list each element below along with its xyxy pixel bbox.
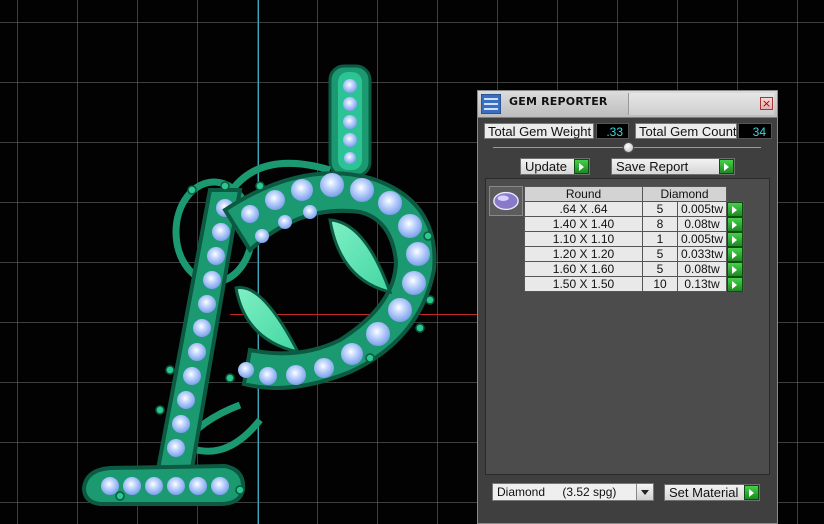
row-go-button[interactable] xyxy=(726,201,744,217)
gem-count-cell: 8 xyxy=(642,216,678,232)
gem-weight-cell: 0.08tw xyxy=(677,261,727,277)
row-arrow-icon xyxy=(727,217,743,232)
shape-header[interactable]: Round xyxy=(524,186,643,202)
gem-size-cell: 1.50 X 1.50 xyxy=(524,276,643,292)
row-go-button[interactable] xyxy=(726,216,744,232)
gem-weight-cell: 0.13tw xyxy=(677,276,727,292)
gem-size-cell: 1.60 X 1.60 xyxy=(524,261,643,277)
pendant-bail xyxy=(328,64,372,178)
save-report-button-label: Save Report xyxy=(616,159,689,174)
gem-weight-cell: 0.08tw xyxy=(677,216,727,232)
table-row[interactable]: 1.20 X 1.20 5 0.033tw xyxy=(524,246,744,262)
table-row[interactable]: 1.50 X 1.50 10 0.13tw xyxy=(524,276,744,292)
pendant-stem xyxy=(81,188,246,506)
chevron-down-icon[interactable] xyxy=(636,484,653,500)
gem-size-cell: 1.20 X 1.20 xyxy=(524,246,643,262)
header-spacer xyxy=(726,186,744,202)
panel-splitter-handle[interactable] xyxy=(623,142,634,153)
row-go-button[interactable] xyxy=(726,261,744,277)
row-arrow-icon xyxy=(727,277,743,292)
total-gem-weight-value: .33 xyxy=(596,123,629,139)
title-bar-tab xyxy=(628,93,774,115)
gem-count-cell: 10 xyxy=(642,276,678,292)
total-gem-weight-label: Total Gem Weight xyxy=(484,123,594,139)
update-button[interactable]: Update xyxy=(520,158,590,175)
material-specific-gravity: (3.52 spg) xyxy=(562,485,617,499)
gem-size-cell: 1.10 X 1.10 xyxy=(524,231,643,247)
table-row[interactable]: .64 X .64 5 0.005tw xyxy=(524,201,744,217)
gem-count-cell: 5 xyxy=(642,201,678,217)
update-button-label: Update xyxy=(525,159,567,174)
gem-weight-cell: 0.005tw xyxy=(677,201,727,217)
panel-title: GEM REPORTER xyxy=(509,95,608,108)
set-material-button[interactable]: Set Material xyxy=(664,484,760,501)
set-material-button-label: Set Material xyxy=(669,485,739,500)
gem-size-cell: .64 X .64 xyxy=(524,201,643,217)
row-arrow-icon xyxy=(727,202,743,217)
gem-table-header-row: Round Diamond xyxy=(524,186,744,202)
row-arrow-icon xyxy=(727,262,743,277)
gem-count-cell: 1 xyxy=(642,231,678,247)
close-button[interactable]: × xyxy=(760,97,773,110)
table-row[interactable]: 1.40 X 1.40 8 0.08tw xyxy=(524,216,744,232)
material-name: Diamond xyxy=(497,485,546,499)
panel-title-bar[interactable]: GEM REPORTER × xyxy=(478,91,777,118)
row-go-button[interactable] xyxy=(726,246,744,262)
gem-count-cell: 5 xyxy=(642,261,678,277)
set-material-arrow-icon xyxy=(744,485,759,500)
material-dropdown[interactable]: Diamond (3.52 spg) xyxy=(492,483,654,501)
gem-count-cell: 5 xyxy=(642,246,678,262)
gem-reporter-icon xyxy=(481,94,501,114)
gem-table-area: Round Diamond .64 X .64 5 0.005tw 1.40 X… xyxy=(485,178,770,475)
gem-weight-cell: 0.033tw xyxy=(677,246,727,262)
save-report-arrow-icon xyxy=(719,159,734,174)
update-arrow-icon xyxy=(574,159,589,174)
row-arrow-icon xyxy=(727,247,743,262)
gem-table: Round Diamond .64 X .64 5 0.005tw 1.40 X… xyxy=(524,186,744,292)
total-gem-count-label: Total Gem Count xyxy=(635,123,737,139)
gem-reporter-panel: GEM REPORTER × Total Gem Weight .33 Tota… xyxy=(477,90,778,524)
row-go-button[interactable] xyxy=(726,231,744,247)
row-go-button[interactable] xyxy=(726,276,744,292)
table-row[interactable]: 1.60 X 1.60 5 0.08tw xyxy=(524,261,744,277)
material-header[interactable]: Diamond xyxy=(642,186,727,202)
save-report-button[interactable]: Save Report xyxy=(611,158,735,175)
round-gem-icon[interactable] xyxy=(489,186,523,216)
row-arrow-icon xyxy=(727,232,743,247)
total-gem-count-value: 34 xyxy=(738,123,772,139)
gem-size-cell: 1.40 X 1.40 xyxy=(524,216,643,232)
gem-weight-cell: 0.005tw xyxy=(677,231,727,247)
table-row[interactable]: 1.10 X 1.10 1 0.005tw xyxy=(524,231,744,247)
